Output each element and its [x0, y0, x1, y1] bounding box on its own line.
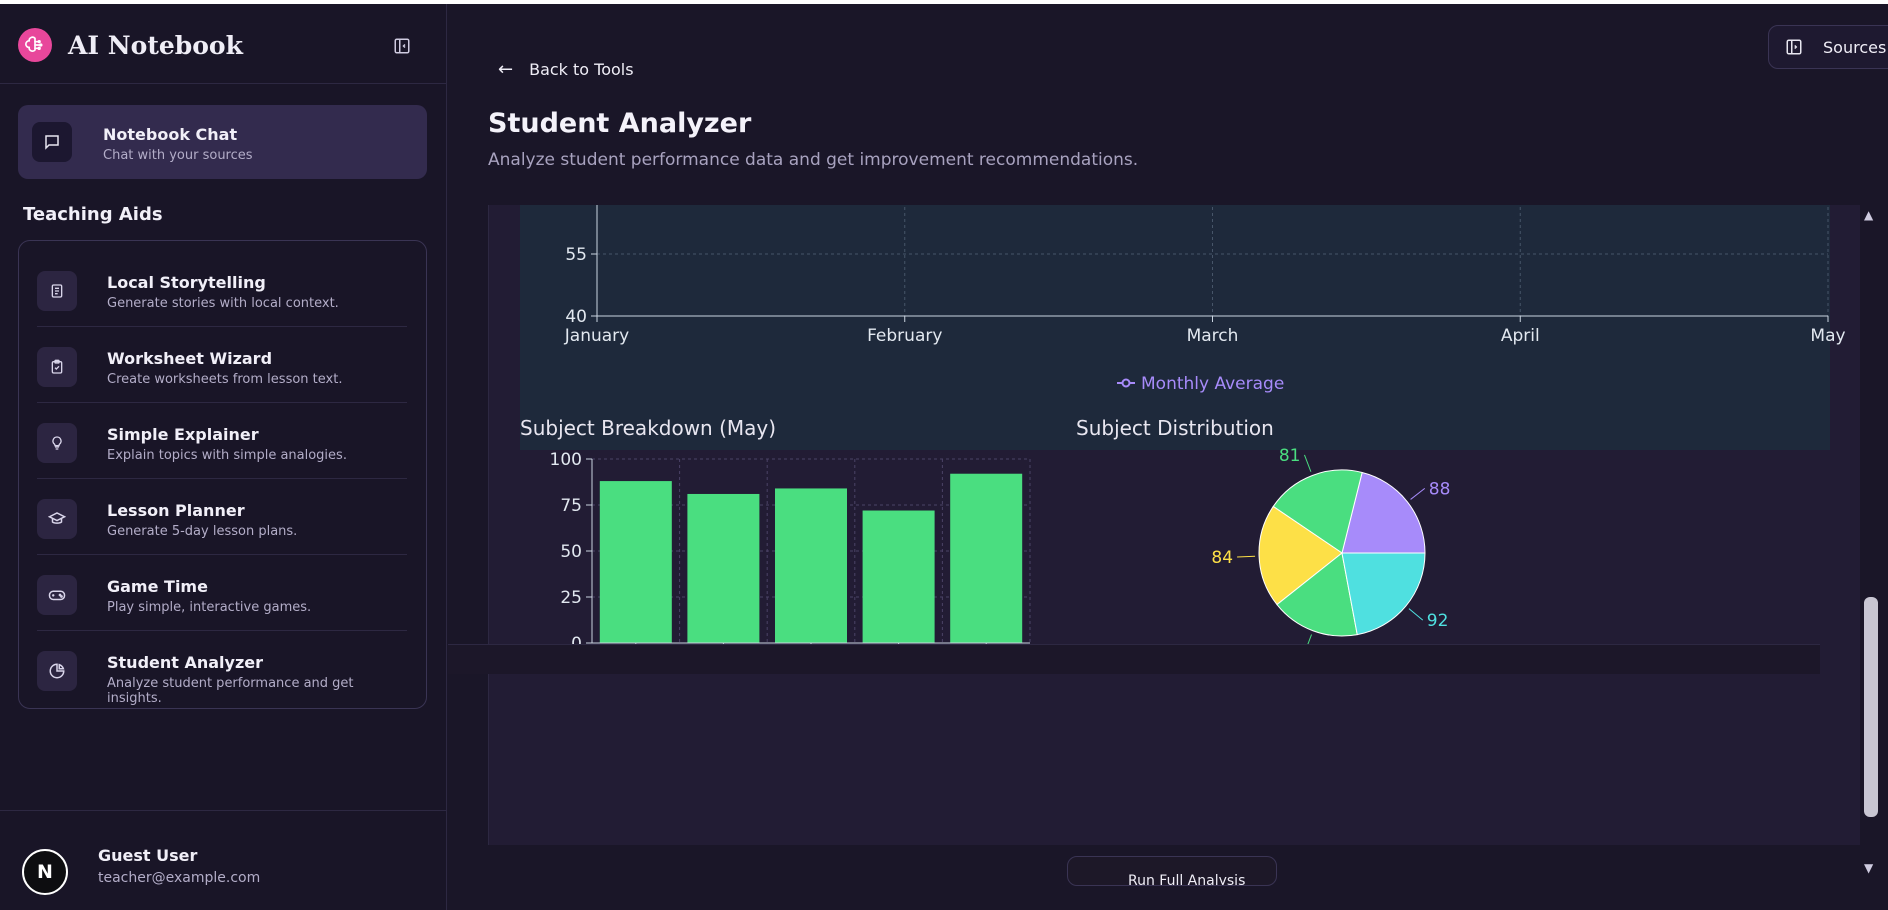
notebook-chat-subtitle: Chat with your sources — [103, 148, 253, 163]
back-label: Back to Tools — [529, 60, 634, 79]
panel-right-icon — [1785, 38, 1803, 56]
notebook-chat-title: Notebook Chat — [103, 125, 238, 144]
tool-game-time[interactable]: Game Time Play simple, interactive games… — [37, 555, 407, 631]
y-tick-label: 25 — [560, 588, 582, 608]
scroll-up-icon[interactable]: ▲ — [1864, 208, 1873, 222]
y-tick-label: 40 — [565, 307, 587, 327]
y-tick-label: 55 — [565, 245, 587, 265]
y-tick-label: 50 — [560, 542, 582, 562]
pie-data-label: 81 — [1279, 446, 1301, 466]
divider — [0, 810, 447, 811]
chart-title: Subject Breakdown (May) — [520, 416, 776, 440]
bar — [775, 488, 847, 643]
app-title: AI Notebook — [68, 30, 243, 60]
pie-label-line — [1237, 555, 1256, 558]
teaching-aids-list: Local Storytelling Generate stories with… — [18, 240, 427, 709]
notebook-chat-item[interactable]: Notebook Chat Chat with your sources — [18, 105, 427, 179]
pie-label-line — [1408, 608, 1424, 621]
lightbulb-icon — [37, 423, 77, 463]
pie-chart-icon — [37, 651, 77, 691]
graduation-cap-icon — [37, 499, 77, 539]
tool-subtitle: Generate 5-day lesson plans. — [107, 524, 298, 539]
tool-title: Lesson Planner — [107, 501, 245, 520]
main-content: ← Back to Tools Student Analyzer Analyze… — [448, 4, 1888, 910]
bar — [950, 473, 1023, 643]
scrollbar-thumb[interactable] — [1864, 597, 1878, 817]
message-icon — [32, 122, 72, 162]
tool-subtitle: Explain topics with simple analogies. — [107, 448, 347, 463]
page-title: Student Analyzer — [488, 108, 752, 139]
bar — [599, 481, 672, 643]
x-tick-label: May — [1810, 326, 1845, 346]
avatar[interactable]: N — [22, 849, 68, 895]
legend-dot-marker — [1121, 378, 1131, 388]
panel-footer — [448, 644, 1820, 674]
tool-title: Game Time — [107, 577, 208, 596]
divider — [0, 83, 447, 84]
legend-label: Monthly Average — [1141, 374, 1284, 394]
tool-simple-explainer[interactable]: Simple Explainer Explain topics with sim… — [37, 403, 407, 479]
bar — [862, 510, 935, 643]
sources-label: Sources — [1823, 37, 1887, 57]
tool-title: Simple Explainer — [107, 425, 259, 444]
bar — [687, 493, 760, 643]
x-tick-label: February — [867, 326, 942, 346]
pie-slice — [1341, 552, 1426, 636]
user-email: teacher@example.com — [98, 870, 261, 886]
pie-data-label: 88 — [1429, 479, 1451, 499]
charts-svg: 405570JanuaryFebruaryMarchAprilMayMonthl… — [520, 205, 1846, 674]
x-tick-label: January — [564, 326, 629, 346]
pie-data-label: 92 — [1427, 611, 1449, 631]
chart-title: Subject Distribution — [1076, 416, 1274, 440]
tool-title: Worksheet Wizard — [107, 349, 273, 368]
x-tick-label: April — [1501, 326, 1540, 346]
tool-student-analyzer[interactable]: Student Analyzer Analyze student perform… — [37, 631, 407, 707]
pie-label-line — [1304, 454, 1312, 472]
book-icon — [37, 271, 77, 311]
teaching-aids-heading: Teaching Aids — [23, 204, 163, 225]
tool-subtitle: Play simple, interactive games. — [107, 600, 312, 615]
clipboard-icon — [37, 347, 77, 387]
collapse-sidebar-icon[interactable] — [390, 34, 414, 58]
tool-subtitle: Generate stories with local context. — [107, 296, 339, 311]
arrow-left-icon: ← — [498, 59, 514, 80]
sidebar: AI Notebook Notebook Chat Chat with your… — [0, 4, 447, 910]
pie-data-label: 84 — [1211, 548, 1233, 568]
tool-title: Local Storytelling — [107, 273, 266, 292]
sources-button[interactable]: Sources — [1768, 25, 1888, 69]
run-analysis-button[interactable]: Run Full Analysis — [1067, 856, 1277, 886]
tool-worksheet-wizard[interactable]: Worksheet Wizard Create worksheets from … — [37, 327, 407, 403]
pie-label-line — [1410, 487, 1426, 500]
user-name: Guest User — [98, 846, 198, 865]
page-subtitle: Analyze student performance data and get… — [488, 150, 1139, 170]
tool-subtitle: Analyze student performance and get insi… — [107, 676, 354, 706]
tool-title: Student Analyzer — [107, 653, 264, 672]
y-tick-label: 75 — [560, 496, 582, 516]
gamepad-icon — [37, 575, 77, 615]
analysis-panel[interactable]: 405570JanuaryFebruaryMarchAprilMayMonthl… — [488, 205, 1860, 845]
y-tick-label: 100 — [550, 450, 582, 470]
x-tick-label: March — [1187, 326, 1239, 346]
back-to-tools-link[interactable]: ← Back to Tools — [498, 59, 634, 80]
tool-lesson-planner[interactable]: Lesson Planner Generate 5-day lesson pla… — [37, 479, 407, 555]
scroll-down-icon[interactable]: ▼ — [1864, 861, 1873, 875]
tool-local-storytelling[interactable]: Local Storytelling Generate stories with… — [37, 251, 407, 327]
brand[interactable]: AI Notebook — [18, 28, 243, 62]
tool-subtitle: Create worksheets from lesson text. — [107, 372, 343, 387]
brain-logo-icon — [18, 28, 52, 62]
